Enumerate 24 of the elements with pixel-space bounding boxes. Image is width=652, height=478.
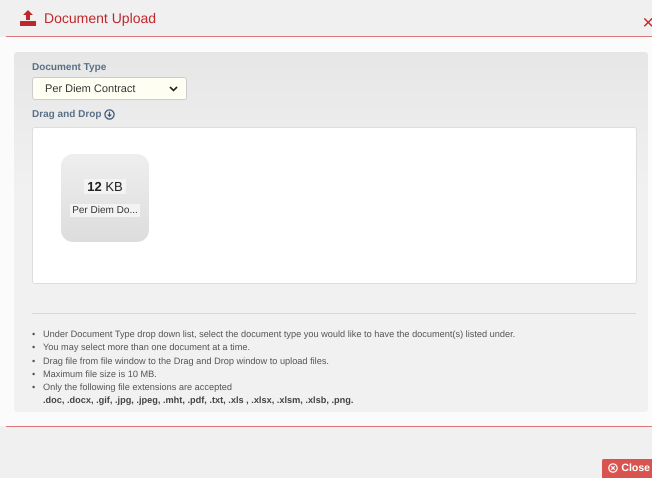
instruction-text: Drag file from file window to the Drag and Drop window to upload files. (43, 354, 329, 368)
bullet: • (32, 341, 36, 354)
bullet: • (32, 381, 36, 394)
chevron-down-icon (169, 86, 178, 92)
field-label: Drag and Drop (32, 109, 102, 120)
instruction-text: Under Document Type drop down list, select the document type you would like to have the document(s) listed under. (43, 328, 516, 341)
instruction-text: You may select more than one document at a time. (43, 341, 250, 354)
instruction-text: Maximum file size is 10 MB. (43, 368, 157, 381)
bullet: • (32, 354, 36, 368)
file-name: Per Diem Do... (70, 204, 140, 217)
close-button[interactable]: Close (602, 459, 652, 478)
file-tile[interactable]: 12 KB Per Diem Do... (61, 154, 149, 242)
instruction-text: Only the following file extensions are accepted (43, 381, 232, 394)
upload-icon (19, 10, 37, 26)
bullet: • (32, 328, 36, 341)
field-label: Document Type (32, 62, 108, 73)
document-type-dropdown[interactable]: Per Diem Contract (32, 77, 187, 100)
close-circle-icon (608, 463, 618, 473)
drop-zone[interactable]: 12 KB Per Diem Do... (32, 127, 637, 284)
bullet: • (32, 368, 36, 381)
extensions-list: .doc, .docx, .gif, .jpg, .jpeg, .mht, .pdf, .txt, .xls , .xlsx, .xlsm, .xlsb, .png. (43, 394, 354, 408)
dialog-title: Document Upload (44, 10, 158, 26)
file-size: 12 KB (84, 179, 126, 194)
download-circle-icon (104, 109, 116, 120)
